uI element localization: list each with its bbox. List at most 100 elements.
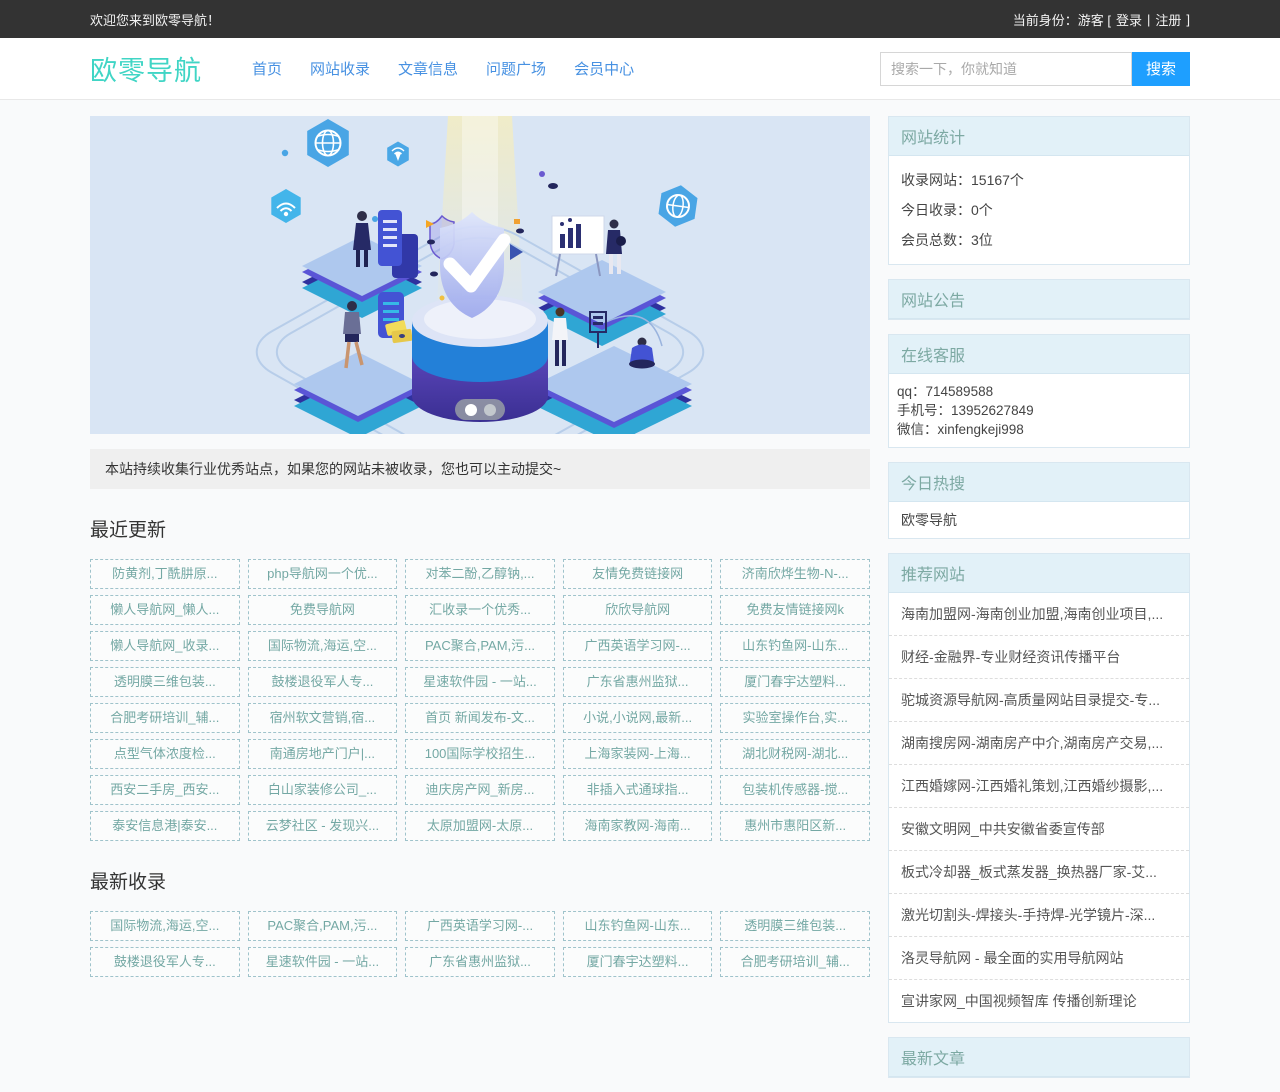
site-logo[interactable]: 欧零导航 [90,49,202,88]
recent-update-title: 最近更新 [90,515,870,542]
recommend-link[interactable]: 宣讲家网_中国视频智库 传播创新理论 [889,980,1189,1022]
site-link[interactable]: 厦门春宇达塑料... [720,667,870,697]
site-link[interactable]: 广西英语学习网-... [563,631,713,661]
nav-link[interactable]: 网站收录 [310,58,370,79]
stats-box-body: 收录网站：15167个今日收录：0个会员总数：3位 [889,156,1189,264]
recommend-link[interactable]: 洛灵导航网 - 最全面的实用导航网站 [889,937,1189,980]
identity-area: 当前身份：游客 [ 登录 | 注册 ] [1013,10,1190,29]
latest-articles-title: 最新文章 [889,1038,1189,1077]
main-nav: 首页 网站收录 文章信息 问题广场 会员中心 [252,58,634,79]
stat-line: 会员总数：3位 [901,225,1177,255]
site-link[interactable]: 太原加盟网-太原... [405,811,555,841]
banner-illustration [90,116,870,434]
site-link[interactable]: PAC聚合,PAM,污... [405,631,555,661]
site-link[interactable]: 免费导航网 [248,595,398,625]
site-link[interactable]: 懒人导航网_懒人... [90,595,240,625]
site-link[interactable]: 宿州软文营销,宿... [248,703,398,733]
recommend-link[interactable]: 江西婚嫁网-江西婚礼策划,江西婚纱摄影,... [889,765,1189,808]
site-link[interactable]: 云梦社区 - 发现兴... [248,811,398,841]
site-link[interactable]: 合肥考研培训_辅... [720,947,870,977]
stat-line: 收录网站：15167个 [901,165,1177,195]
site-link[interactable]: 对苯二酚,乙醇钠,... [405,559,555,589]
site-link[interactable]: 透明膜三维包装... [720,911,870,941]
recommend-link[interactable]: 湖南搜房网-湖南房产中介,湖南房产交易,... [889,722,1189,765]
site-link[interactable]: 南通房地产门户|... [248,739,398,769]
site-link[interactable]: 广东省惠州监狱... [405,947,555,977]
site-link[interactable]: 迪庆房产网_新房... [405,775,555,805]
carousel-dots [455,399,505,420]
site-link[interactable]: PAC聚合,PAM,污... [248,911,398,941]
site-link[interactable]: 山东钓鱼网-山东... [563,911,713,941]
register-link[interactable]: 注册 [1155,10,1181,29]
site-link[interactable]: 惠州市惠阳区新... [720,811,870,841]
recommend-link[interactable]: 财经-金融界-专业财经资讯传播平台 [889,636,1189,679]
site-link[interactable]: php导航网一个优... [248,559,398,589]
site-link[interactable]: 非插入式通球指... [563,775,713,805]
hot-search-box: 今日热搜 欧零导航 [888,462,1190,539]
service-contact-line: 手机号：13952627849 [897,401,1181,420]
service-box-body: qq：714589588手机号：13952627849微信：xinfengkej… [889,374,1189,447]
site-link[interactable]: 上海家装网-上海... [563,739,713,769]
site-link[interactable]: 合肥考研培训_辅... [90,703,240,733]
site-link[interactable]: 泰安信息港|泰安... [90,811,240,841]
site-notice: 本站持续收集行业优秀站点，如果您的网站未被收录，您也可以主动提交~ [90,449,870,489]
nav-link[interactable]: 首页 [252,58,282,79]
site-link[interactable]: 免费友情链接网k [720,595,870,625]
site-link[interactable]: 白山家装修公司_... [248,775,398,805]
site-link[interactable]: 西安二手房_西安... [90,775,240,805]
site-link[interactable]: 防黄剂,丁酰肼原... [90,559,240,589]
hot-search-title: 今日热搜 [889,463,1189,502]
recommend-link[interactable]: 安徽文明网_中共安徽省委宣传部 [889,808,1189,851]
site-link[interactable]: 广东省惠州监狱... [563,667,713,697]
site-link[interactable]: 包装机传感器-搅... [720,775,870,805]
search-input[interactable] [880,52,1132,86]
site-link[interactable]: 湖北财税网-湖北... [720,739,870,769]
site-link[interactable]: 济南欣烨生物-N-... [720,559,870,589]
site-header: 欧零导航 首页 网站收录 文章信息 问题广场 会员中心 搜索 [0,38,1280,100]
site-link[interactable]: 鼓楼退役军人专... [248,667,398,697]
site-link[interactable]: 小说,小说网,最新... [563,703,713,733]
site-link[interactable]: 厦门春宇达塑料... [563,947,713,977]
recommend-link[interactable]: 激光切割头-焊接头-手持焊-光学镜片-深... [889,894,1189,937]
recommend-link[interactable]: 驼城资源导航网-高质量网站目录提交-专... [889,679,1189,722]
login-link[interactable]: 登录 [1116,10,1142,29]
search-bar: 搜索 [880,52,1190,86]
site-link[interactable]: 透明膜三维包装... [90,667,240,697]
site-link[interactable]: 山东钓鱼网-山东... [720,631,870,661]
carousel-dot-active[interactable] [465,404,477,416]
site-link[interactable]: 100国际学校招生... [405,739,555,769]
newest-included-grid: 国际物流,海运,空... PAC聚合,PAM,污...广西英语学习网-... 山东钓… [90,911,870,977]
recommend-link[interactable]: 海南加盟网-海南创业加盟,海南创业项目,... [889,593,1189,636]
topbar: 欢迎您来到欧零导航！ 当前身份：游客 [ 登录 | 注册 ] [0,0,1280,38]
site-link[interactable]: 汇收录一个优秀... [405,595,555,625]
site-link[interactable]: 鼓楼退役军人专... [90,947,240,977]
service-contact-line: 微信：xinfengkeji998 [897,420,1181,439]
site-link[interactable]: 友情免费链接网 [563,559,713,589]
recommend-box-title: 推荐网站 [889,554,1189,593]
site-link[interactable]: 国际物流,海运,空... [248,631,398,661]
site-link[interactable]: 懒人导航网_收录... [90,631,240,661]
site-link[interactable]: 星速软件园 - 一站... [405,667,555,697]
latest-articles-box: 最新文章 [888,1037,1190,1078]
service-box: 在线客服 qq：714589588手机号：13952627849微信：xinfe… [888,334,1190,448]
nav-link[interactable]: 会员中心 [574,58,634,79]
nav-link[interactable]: 问题广场 [486,58,546,79]
recommend-link[interactable]: 板式冷却器_板式蒸发器_换热器厂家-艾... [889,851,1189,894]
stats-box: 网站统计 收录网站：15167个今日收录：0个会员总数：3位 [888,116,1190,265]
site-link[interactable]: 点型气体浓度检... [90,739,240,769]
search-button[interactable]: 搜索 [1132,52,1190,86]
site-link[interactable]: 海南家教网-海南... [563,811,713,841]
site-link[interactable]: 欣欣导航网 [563,595,713,625]
recommend-list: 海南加盟网-海南创业加盟,海南创业项目,...财经-金融界-专业财经资讯传播平台… [889,593,1189,1022]
carousel-dot[interactable] [484,404,496,416]
site-link[interactable]: 国际物流,海运,空... [90,911,240,941]
site-link[interactable]: 首页 新闻发布-文... [405,703,555,733]
site-link[interactable]: 星速软件园 - 一站... [248,947,398,977]
site-link[interactable]: 实验室操作台,实... [720,703,870,733]
nav-link[interactable]: 文章信息 [398,58,458,79]
recommend-box: 推荐网站 海南加盟网-海南创业加盟,海南创业项目,...财经-金融界-专业财经资… [888,553,1190,1023]
site-link[interactable]: 广西英语学习网-... [405,911,555,941]
banner-carousel [90,116,870,434]
hot-search-link[interactable]: 欧零导航 [889,502,1189,538]
stat-line: 今日收录：0个 [901,195,1177,225]
